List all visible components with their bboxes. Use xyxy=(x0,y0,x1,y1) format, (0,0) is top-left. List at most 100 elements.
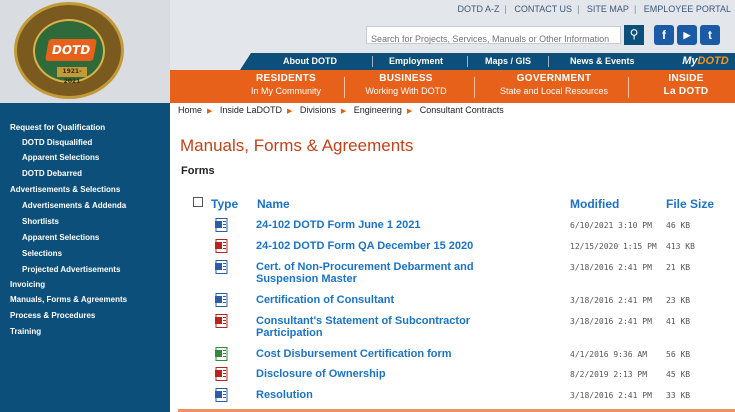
nav-news-events[interactable]: News & Events xyxy=(570,53,635,70)
mydotd-prefix: My xyxy=(682,55,698,67)
utility-links: DOTD A-Z | CONTACT US | SITE MAP | EMPLOYEE… xyxy=(457,4,731,14)
file-link[interactable]: 24-102 DOTD Form June 1 2021 xyxy=(256,219,536,231)
nav-about-dotd[interactable]: About DOTD xyxy=(283,53,337,70)
breadcrumb-consultant-contracts[interactable]: Consultant Contracts xyxy=(420,105,504,115)
link-dotd-a-z[interactable]: DOTD A-Z xyxy=(458,4,500,14)
audience-title: RESIDENTS xyxy=(256,73,316,84)
mydotd-suffix: DOTD xyxy=(697,55,729,67)
file-size: 46 KB xyxy=(666,221,691,230)
audience-inside[interactable]: INSIDE La DOTD xyxy=(650,72,722,102)
breadcrumb-inside-ladotd[interactable]: Inside LaDOTD xyxy=(220,105,282,115)
sidebar-item-dotd-debarred[interactable]: DOTD Debarred xyxy=(0,166,170,181)
sidebar-item-apparent-selections[interactable]: Apparent Selections xyxy=(0,150,170,165)
select-all-checkbox[interactable] xyxy=(193,197,203,207)
file-modified: 8/2/2019 2:13 PM xyxy=(570,370,648,379)
link-employee-portal[interactable]: EMPLOYEE PORTAL xyxy=(644,4,731,14)
file-modified: 3/18/2016 2:41 PM xyxy=(570,317,652,326)
file-size: 21 KB xyxy=(666,263,691,272)
link-contact-us[interactable]: CONTACT US xyxy=(514,4,572,14)
audience-residents[interactable]: RESIDENTS In My Community xyxy=(240,72,332,102)
sidebar-item-advertisements-addenda[interactable]: Advertisements & Addenda xyxy=(0,198,170,213)
nav-employment[interactable]: Employment xyxy=(389,53,443,70)
search-box xyxy=(366,26,621,47)
nav-bar-tab xyxy=(240,53,251,70)
chevron-right-icon: ▶ xyxy=(207,108,213,115)
sidebar-item-selections[interactable]: Selections xyxy=(0,246,170,261)
column-header-type[interactable]: Type xyxy=(211,197,238,211)
seal-center: DOTD 1921-2021 xyxy=(33,19,105,85)
column-header-modified[interactable]: Modified xyxy=(570,197,619,211)
link-site-map[interactable]: SITE MAP xyxy=(587,4,629,14)
pdf-icon[interactable] xyxy=(215,366,228,381)
sidebar-item-manuals-forms-agreements[interactable]: Manuals, Forms & Agreements xyxy=(0,292,170,307)
audience-business[interactable]: BUSINESS Working With DOTD xyxy=(354,72,458,102)
facebook-icon[interactable]: f xyxy=(654,25,674,45)
dotd-seal-logo[interactable]: DOTD 1921-2021 xyxy=(14,2,124,99)
file-link[interactable]: Disclosure of Ownership xyxy=(256,368,536,380)
word-doc-icon[interactable] xyxy=(215,259,228,274)
nav-separator xyxy=(372,56,373,67)
sidebar-item-dotd-disqualified[interactable]: DOTD Disqualified xyxy=(0,135,170,150)
seal-dotd-text: DOTD xyxy=(45,39,97,61)
sidebar-item-advertisements-selections[interactable]: Advertisements & Selections xyxy=(0,182,170,197)
pdf-icon[interactable] xyxy=(215,313,228,328)
file-link[interactable]: Cert. of Non-Procurement Debarment and S… xyxy=(256,261,536,285)
nav-separator xyxy=(548,56,549,67)
column-header-name[interactable]: Name xyxy=(257,197,290,211)
chevron-right-icon: ▶ xyxy=(406,108,413,115)
file-size: 413 KB xyxy=(666,242,695,251)
nav-maps-gis[interactable]: Maps / GIS xyxy=(485,53,531,70)
chevron-right-icon: ▶ xyxy=(286,108,293,115)
audience-title: INSIDE xyxy=(668,73,704,84)
sidebar-item-apparent-selections-2[interactable]: Apparent Selections xyxy=(0,230,170,245)
word-doc-icon[interactable] xyxy=(215,292,228,307)
word-doc-icon[interactable] xyxy=(215,387,228,402)
mydotd-link[interactable]: MyDOTD xyxy=(676,53,735,70)
breadcrumb-home[interactable]: Home xyxy=(178,105,202,115)
word-doc-icon[interactable] xyxy=(215,217,228,232)
search-icon[interactable]: ⚲ xyxy=(624,25,644,45)
search-input[interactable] xyxy=(367,31,620,47)
breadcrumb-engineering[interactable]: Engineering xyxy=(354,105,402,115)
audience-separator xyxy=(628,77,629,98)
seal-years-text: 1921-2021 xyxy=(57,67,87,85)
file-link[interactable]: Certification of Consultant xyxy=(256,294,536,306)
chevron-right-icon: ▶ xyxy=(340,108,347,115)
audience-sub: La DOTD xyxy=(663,86,709,97)
section-title: Forms xyxy=(181,165,215,177)
audience-sub: Working With DOTD xyxy=(365,86,447,96)
file-link[interactable]: Cost Disbursement Certification form xyxy=(256,348,536,360)
column-header-file-size[interactable]: File Size xyxy=(666,197,714,211)
file-modified: 3/18/2016 2:41 PM xyxy=(570,263,652,272)
sidebar-item-training[interactable]: Training xyxy=(0,324,170,339)
sidebar-item-shortlists[interactable]: Shortlists xyxy=(0,214,170,229)
file-size: 45 KB xyxy=(666,370,691,379)
youtube-icon[interactable]: ▶ xyxy=(677,25,697,45)
pdf-icon[interactable] xyxy=(215,238,228,253)
audience-sub: State and Local Resources xyxy=(499,86,609,96)
breadcrumb-divisions[interactable]: Divisions xyxy=(300,105,336,115)
breadcrumb: Home ▶ Inside LaDOTD ▶ Divisions ▶ Engineer… xyxy=(178,105,504,115)
file-modified: 3/18/2016 2:41 PM xyxy=(570,391,652,400)
audience-sub: In My Community xyxy=(250,86,321,96)
file-modified: 4/1/2016 9:36 AM xyxy=(570,350,648,359)
file-link[interactable]: 24-102 DOTD Form QA December 15 2020 xyxy=(256,240,536,252)
file-size: 56 KB xyxy=(666,350,691,359)
file-size: 23 KB xyxy=(666,296,691,305)
sidebar: Request for Qualification DOTD Disqualif… xyxy=(0,103,170,412)
audience-title: GOVERNMENT xyxy=(516,73,592,84)
excel-icon[interactable] xyxy=(215,346,228,361)
page: DOTD 1921-2021 DOTD A-Z | CONTACT US | SIT… xyxy=(0,0,735,412)
audience-government[interactable]: GOVERNMENT State and Local Resources xyxy=(490,72,618,102)
twitter-icon[interactable]: t xyxy=(700,25,720,45)
file-link[interactable]: Resolution xyxy=(256,389,536,401)
sidebar-item-process-procedures[interactable]: Process & Procedures xyxy=(0,308,170,323)
file-size: 33 KB xyxy=(666,391,691,400)
file-modified: 12/15/2020 1:15 PM xyxy=(570,242,657,251)
file-link[interactable]: Consultant's Statement of Subcontractor … xyxy=(256,315,536,339)
sidebar-item-projected-advertisements[interactable]: Projected Advertisements xyxy=(0,262,170,277)
file-modified: 3/18/2016 2:41 PM xyxy=(570,296,652,305)
file-size: 41 KB xyxy=(666,317,691,326)
sidebar-item-invoicing[interactable]: Invoicing xyxy=(0,277,170,292)
sidebar-item-request-for-qualification[interactable]: Request for Qualification xyxy=(0,120,170,135)
